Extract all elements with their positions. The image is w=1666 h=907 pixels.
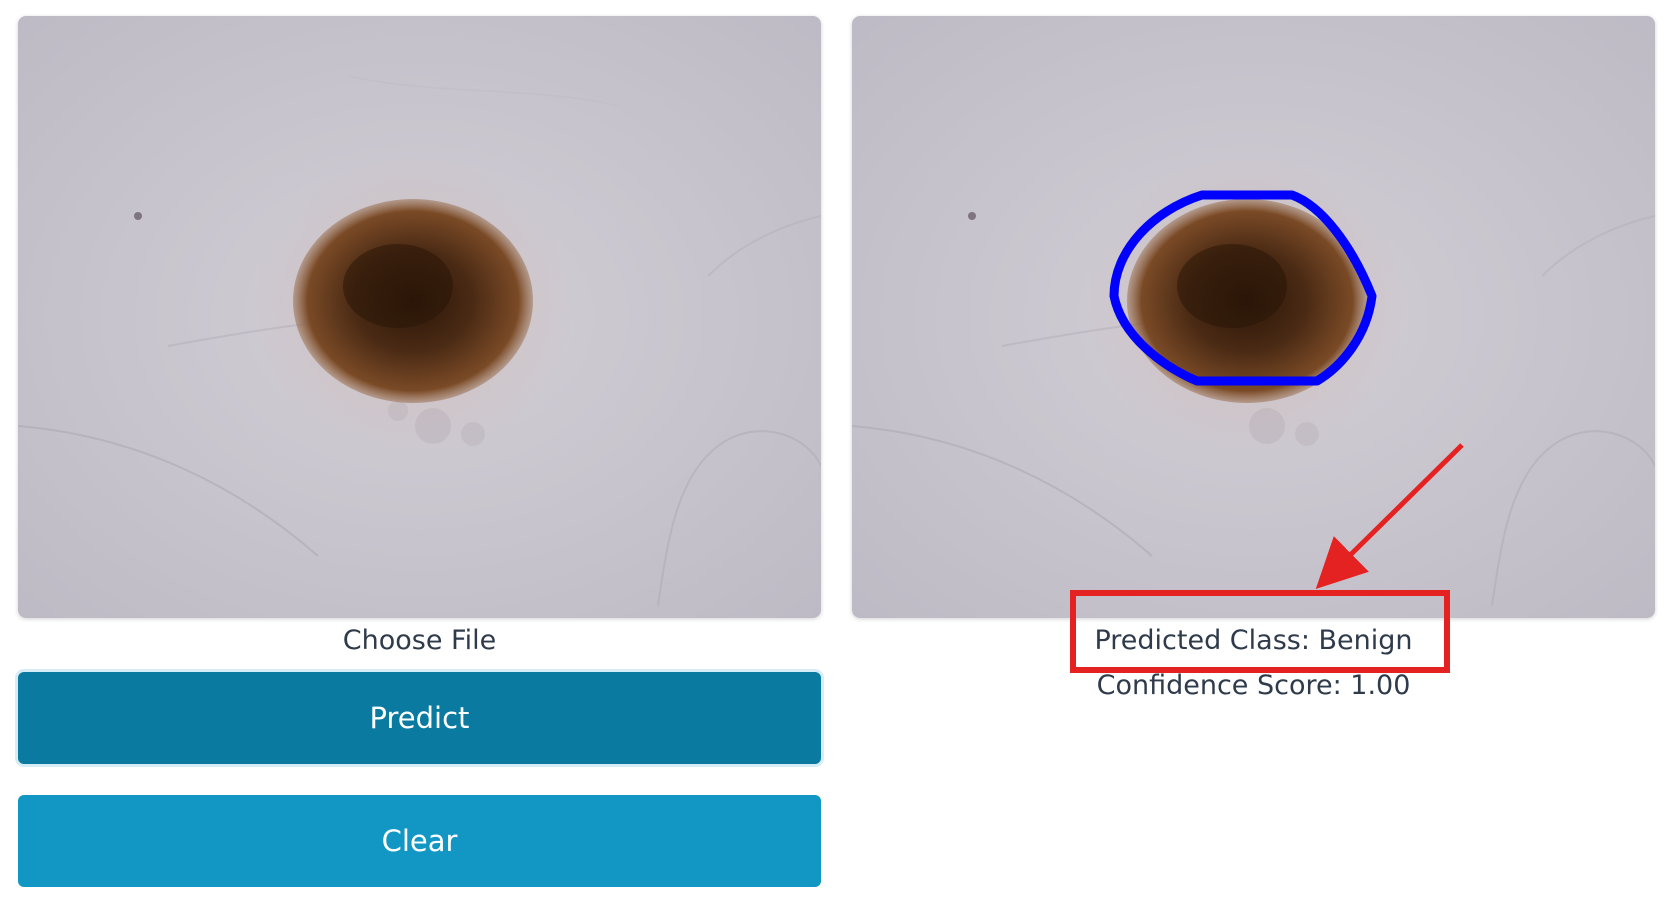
segmentation-result-image <box>852 16 1655 618</box>
uploaded-image-preview <box>18 16 821 618</box>
confidence-score-text: Confidence Score: 1.00 <box>1096 670 1411 701</box>
clear-button-label: Clear <box>381 824 458 858</box>
predict-button-label: Predict <box>369 701 470 735</box>
segmented-lesion-image <box>852 16 1655 618</box>
clear-button[interactable]: Clear <box>18 795 821 887</box>
choose-file-button[interactable]: Choose File <box>18 625 821 656</box>
skin-lesion-image <box>18 16 821 618</box>
predict-button[interactable]: Predict <box>18 672 821 764</box>
predicted-class-text: Predicted Class: Benign <box>1094 625 1413 656</box>
